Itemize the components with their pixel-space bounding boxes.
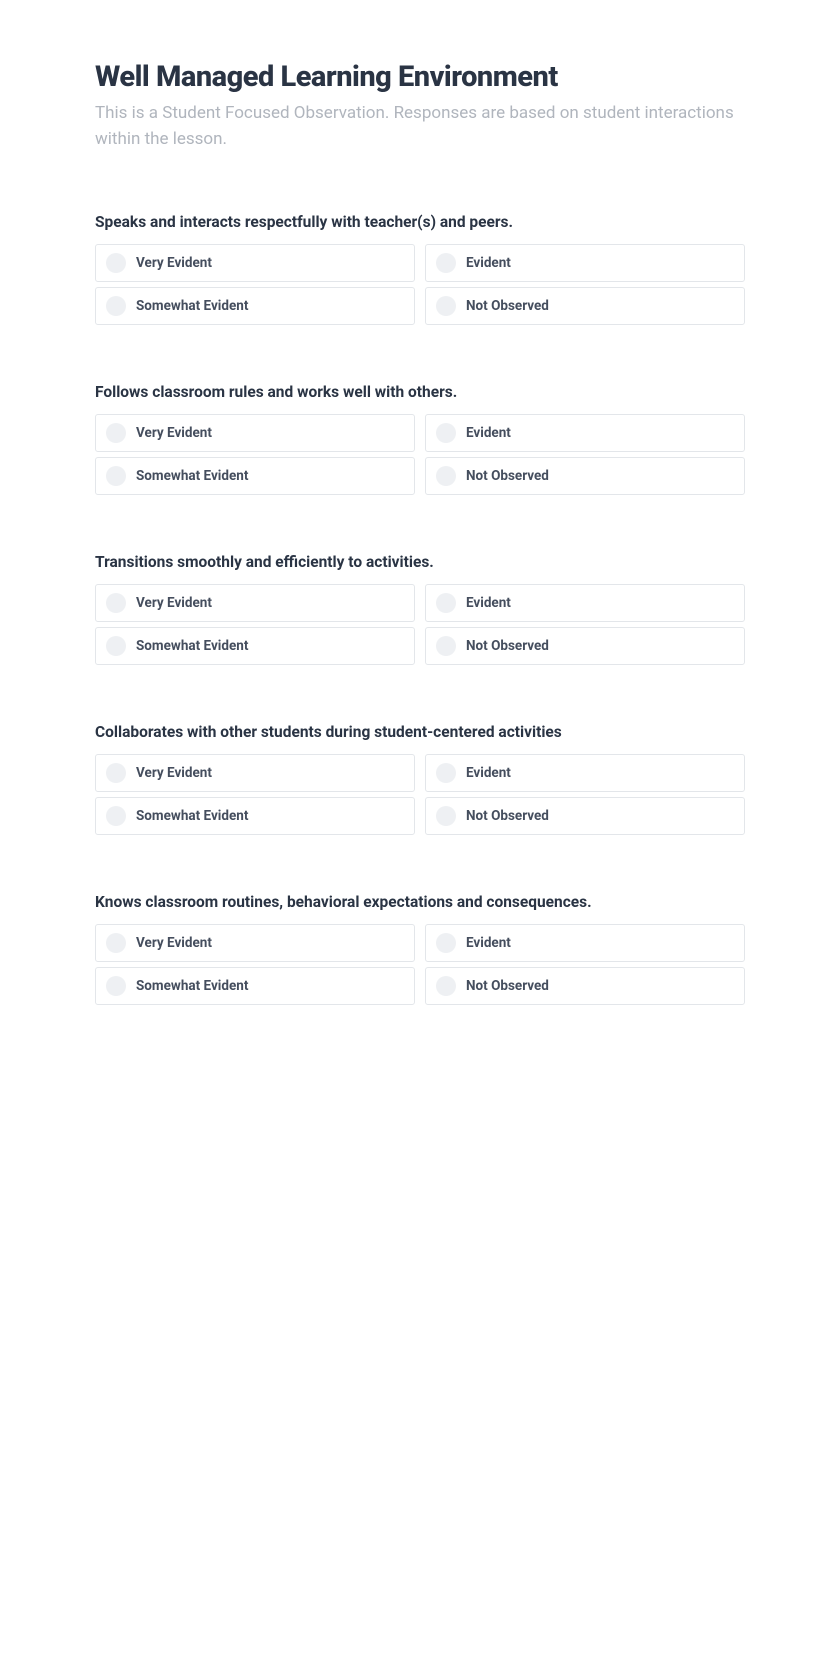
radio-icon (106, 933, 126, 953)
radio-icon (436, 593, 456, 613)
radio-icon (106, 466, 126, 486)
option-label: Not Observed (466, 638, 549, 654)
radio-icon (436, 253, 456, 273)
option-grid: Very Evident Evident Somewhat Evident No… (95, 584, 745, 665)
option-very-evident[interactable]: Very Evident (95, 754, 415, 792)
radio-icon (106, 253, 126, 273)
option-label: Somewhat Evident (136, 978, 248, 994)
option-very-evident[interactable]: Very Evident (95, 924, 415, 962)
option-very-evident[interactable]: Very Evident (95, 584, 415, 622)
radio-icon (106, 593, 126, 613)
radio-icon (106, 636, 126, 656)
option-label: Evident (466, 935, 511, 951)
option-label: Evident (466, 255, 511, 271)
option-evident[interactable]: Evident (425, 754, 745, 792)
option-label: Somewhat Evident (136, 468, 248, 484)
option-somewhat-evident[interactable]: Somewhat Evident (95, 627, 415, 665)
option-label: Somewhat Evident (136, 808, 248, 824)
question-text: Knows classroom routines, behavioral exp… (95, 893, 745, 911)
option-label: Not Observed (466, 808, 549, 824)
radio-icon (436, 466, 456, 486)
option-label: Very Evident (136, 255, 212, 271)
question-block: Knows classroom routines, behavioral exp… (95, 893, 745, 1005)
radio-icon (106, 296, 126, 316)
option-grid: Very Evident Evident Somewhat Evident No… (95, 414, 745, 495)
question-block: Speaks and interacts respectfully with t… (95, 213, 745, 325)
option-label: Very Evident (136, 935, 212, 951)
option-label: Very Evident (136, 425, 212, 441)
option-label: Not Observed (466, 978, 549, 994)
radio-icon (436, 806, 456, 826)
option-very-evident[interactable]: Very Evident (95, 244, 415, 282)
radio-icon (436, 976, 456, 996)
option-grid: Very Evident Evident Somewhat Evident No… (95, 244, 745, 325)
question-text: Collaborates with other students during … (95, 723, 745, 741)
option-label: Very Evident (136, 595, 212, 611)
option-label: Somewhat Evident (136, 638, 248, 654)
option-label: Evident (466, 765, 511, 781)
option-label: Evident (466, 425, 511, 441)
radio-icon (436, 763, 456, 783)
option-not-observed[interactable]: Not Observed (425, 967, 745, 1005)
question-text: Transitions smoothly and efficiently to … (95, 553, 745, 571)
option-not-observed[interactable]: Not Observed (425, 797, 745, 835)
page-title: Well Managed Learning Environment (95, 60, 745, 94)
radio-icon (106, 763, 126, 783)
page-subtitle: This is a Student Focused Observation. R… (95, 100, 745, 153)
option-evident[interactable]: Evident (425, 244, 745, 282)
option-evident[interactable]: Evident (425, 924, 745, 962)
option-somewhat-evident[interactable]: Somewhat Evident (95, 457, 415, 495)
question-text: Follows classroom rules and works well w… (95, 383, 745, 401)
option-very-evident[interactable]: Very Evident (95, 414, 415, 452)
option-somewhat-evident[interactable]: Somewhat Evident (95, 287, 415, 325)
option-label: Very Evident (136, 765, 212, 781)
question-text: Speaks and interacts respectfully with t… (95, 213, 745, 231)
option-evident[interactable]: Evident (425, 584, 745, 622)
question-block: Follows classroom rules and works well w… (95, 383, 745, 495)
radio-icon (106, 976, 126, 996)
option-somewhat-evident[interactable]: Somewhat Evident (95, 797, 415, 835)
question-block: Transitions smoothly and efficiently to … (95, 553, 745, 665)
option-not-observed[interactable]: Not Observed (425, 457, 745, 495)
option-label: Not Observed (466, 468, 549, 484)
radio-icon (106, 806, 126, 826)
option-grid: Very Evident Evident Somewhat Evident No… (95, 754, 745, 835)
option-evident[interactable]: Evident (425, 414, 745, 452)
option-grid: Very Evident Evident Somewhat Evident No… (95, 924, 745, 1005)
option-label: Somewhat Evident (136, 298, 248, 314)
option-label: Not Observed (466, 298, 549, 314)
radio-icon (436, 423, 456, 443)
radio-icon (106, 423, 126, 443)
radio-icon (436, 296, 456, 316)
option-not-observed[interactable]: Not Observed (425, 627, 745, 665)
option-not-observed[interactable]: Not Observed (425, 287, 745, 325)
option-somewhat-evident[interactable]: Somewhat Evident (95, 967, 415, 1005)
radio-icon (436, 933, 456, 953)
question-block: Collaborates with other students during … (95, 723, 745, 835)
option-label: Evident (466, 595, 511, 611)
radio-icon (436, 636, 456, 656)
